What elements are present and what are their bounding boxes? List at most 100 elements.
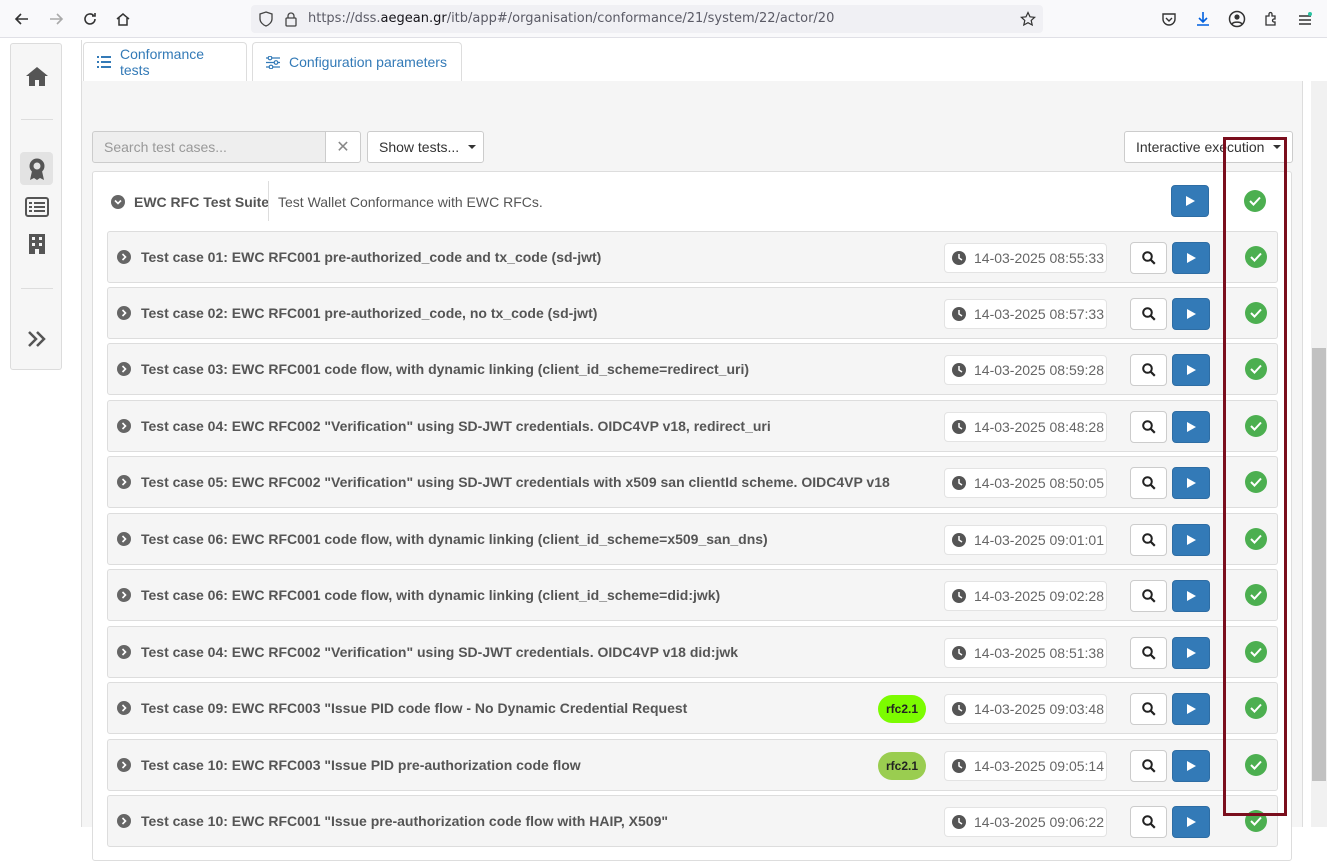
- downloads-button[interactable]: [1192, 8, 1214, 30]
- timestamp-text: 14-03-2025 09:03:48: [974, 701, 1104, 717]
- view-results-button[interactable]: [1130, 637, 1167, 669]
- run-test-button[interactable]: [1172, 354, 1210, 386]
- reload-button[interactable]: [79, 8, 101, 30]
- view-results-button[interactable]: [1130, 580, 1167, 612]
- list-icon: [97, 56, 111, 68]
- test-case-row[interactable]: Test case 06: EWC RFC001 code flow, with…: [107, 513, 1278, 565]
- view-results-button[interactable]: [1130, 806, 1167, 838]
- test-case-row[interactable]: Test case 03: EWC RFC001 code flow, with…: [107, 343, 1278, 395]
- play-icon: [1187, 761, 1196, 771]
- run-test-button[interactable]: [1172, 242, 1210, 274]
- chevron-right-circle-icon[interactable]: [117, 250, 131, 264]
- test-case-name: Test case 06: EWC RFC001 code flow, with…: [141, 587, 721, 603]
- pocket-button[interactable]: [1158, 8, 1180, 30]
- back-button[interactable]: [11, 8, 33, 30]
- chevron-right-circle-icon[interactable]: [117, 419, 131, 433]
- run-test-button[interactable]: [1172, 637, 1210, 669]
- view-results-button[interactable]: [1130, 750, 1167, 782]
- tab-conformance-tests[interactable]: Conformance tests: [83, 42, 247, 81]
- tab-label: Conformance tests: [120, 46, 205, 78]
- search-input[interactable]: Search test cases...: [92, 131, 326, 163]
- divider: [268, 181, 269, 221]
- search-icon: [1141, 420, 1156, 434]
- play-icon: [1187, 535, 1196, 545]
- test-case-row[interactable]: Test case 01: EWC RFC001 pre-authorized_…: [107, 231, 1278, 283]
- clock-icon: [952, 646, 966, 660]
- sidebar-item-conformance[interactable]: [20, 152, 53, 185]
- sidebar-item-home[interactable]: [20, 59, 53, 92]
- sidebar-expand-button[interactable]: [20, 322, 53, 355]
- tab-configuration-parameters[interactable]: Configuration parameters: [252, 42, 462, 81]
- chevron-right-circle-icon[interactable]: [117, 532, 131, 546]
- view-results-button[interactable]: [1130, 467, 1167, 499]
- view-results-button[interactable]: [1130, 354, 1167, 386]
- chevron-right-circle-icon[interactable]: [117, 475, 131, 489]
- forward-button[interactable]: [45, 8, 67, 30]
- clock-icon: [952, 476, 966, 490]
- scrollbar-thumb[interactable]: [1312, 348, 1326, 781]
- timestamp-text: 14-03-2025 09:05:14: [974, 758, 1104, 774]
- run-test-button[interactable]: [1172, 806, 1210, 838]
- chevron-right-circle-icon[interactable]: [117, 645, 131, 659]
- pocket-icon: [1162, 13, 1176, 26]
- timestamp-text: 14-03-2025 09:02:28: [974, 588, 1104, 604]
- last-run-timestamp: 14-03-2025 09:01:01: [944, 525, 1107, 555]
- show-tests-dropdown[interactable]: Show tests...: [367, 131, 484, 163]
- view-results-button[interactable]: [1130, 411, 1167, 443]
- reload-icon: [84, 13, 96, 25]
- chevron-right-circle-icon[interactable]: [117, 814, 131, 828]
- view-results-button[interactable]: [1130, 693, 1167, 725]
- test-case-row[interactable]: Test case 10: EWC RFC001 "Issue pre-auth…: [107, 795, 1278, 847]
- menu-button[interactable]: [1294, 8, 1316, 30]
- building-icon: [28, 233, 45, 254]
- chevron-right-circle-icon[interactable]: [117, 362, 131, 376]
- test-case-row[interactable]: Test case 04: EWC RFC002 "Verification" …: [107, 626, 1278, 678]
- chevron-right-circle-icon[interactable]: [117, 758, 131, 772]
- chevron-right-circle-icon[interactable]: [117, 306, 131, 320]
- timestamp-text: 14-03-2025 08:59:28: [974, 362, 1104, 378]
- lock-icon: [285, 12, 297, 27]
- test-case-row[interactable]: Test case 02: EWC RFC001 pre-authorized_…: [107, 287, 1278, 339]
- account-button[interactable]: [1226, 8, 1248, 30]
- sidebar-item-organisation[interactable]: [20, 227, 53, 260]
- clock-icon: [952, 420, 966, 434]
- run-test-button[interactable]: [1172, 580, 1210, 612]
- sidebar-item-tests[interactable]: [20, 190, 53, 223]
- test-case-name: Test case 06: EWC RFC001 code flow, with…: [141, 531, 768, 547]
- last-run-timestamp: 14-03-2025 08:55:33: [944, 243, 1107, 273]
- run-test-button[interactable]: [1172, 693, 1210, 725]
- play-icon: [1187, 253, 1196, 263]
- timestamp-text: 14-03-2025 08:55:33: [974, 250, 1104, 266]
- clear-search-button[interactable]: ✕: [325, 131, 361, 163]
- view-results-button[interactable]: [1130, 524, 1167, 556]
- search-icon: [1141, 646, 1156, 660]
- home-outline-icon: [116, 13, 130, 26]
- run-suite-button[interactable]: [1171, 185, 1209, 217]
- view-results-button[interactable]: [1130, 298, 1167, 330]
- test-case-row[interactable]: Test case 05: EWC RFC002 "Verification" …: [107, 456, 1278, 508]
- test-case-row[interactable]: Test case 09: EWC RFC003 "Issue PID code…: [107, 682, 1278, 734]
- chevron-right-circle-icon[interactable]: [117, 701, 131, 715]
- last-run-timestamp: 14-03-2025 09:02:28: [944, 581, 1107, 611]
- hamburger-menu-icon: [1299, 12, 1312, 25]
- run-test-button[interactable]: [1172, 298, 1210, 330]
- run-test-button[interactable]: [1172, 411, 1210, 443]
- test-case-row[interactable]: Test case 06: EWC RFC001 code flow, with…: [107, 569, 1278, 621]
- view-results-button[interactable]: [1130, 242, 1167, 274]
- list-box-icon: [24, 196, 49, 217]
- play-icon: [1187, 309, 1196, 319]
- home-button[interactable]: [112, 8, 134, 30]
- address-bar[interactable]: https://dss.aegean.gr/itb/app#/organisat…: [251, 5, 1043, 33]
- extensions-button[interactable]: [1260, 8, 1282, 30]
- test-case-row[interactable]: Test case 04: EWC RFC002 "Verification" …: [107, 400, 1278, 452]
- scrollbar[interactable]: [1311, 81, 1327, 827]
- test-case-row[interactable]: Test case 10: EWC RFC003 "Issue PID pre-…: [107, 739, 1278, 791]
- run-test-button[interactable]: [1172, 467, 1210, 499]
- star-icon[interactable]: [1020, 11, 1036, 27]
- run-test-button[interactable]: [1172, 750, 1210, 782]
- chevron-right-circle-icon[interactable]: [117, 588, 131, 602]
- run-test-button[interactable]: [1172, 524, 1210, 556]
- chevron-down-circle-icon[interactable]: [111, 195, 125, 209]
- test-suite-header[interactable]: EWC RFC Test Suite Test Wallet Conforman…: [93, 172, 1291, 230]
- search-icon: [1141, 589, 1156, 603]
